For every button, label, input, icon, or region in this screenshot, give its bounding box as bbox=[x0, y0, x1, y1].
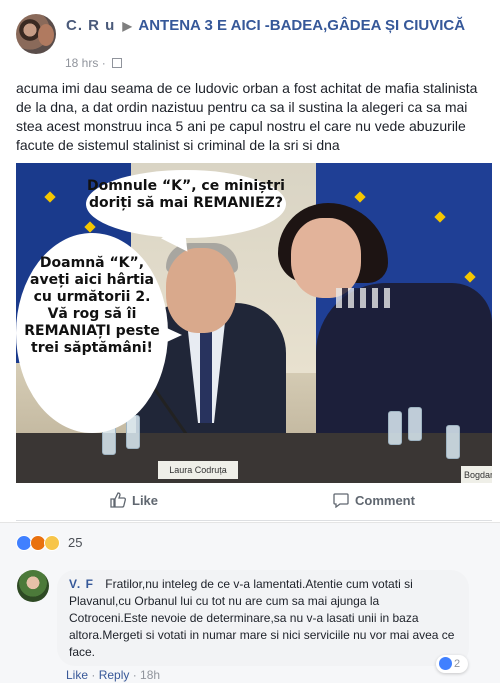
comment-time[interactable]: 18h bbox=[140, 668, 160, 682]
comment-footer: Like · Reply · 18h bbox=[66, 668, 161, 682]
comment-reply-link[interactable]: Reply bbox=[99, 668, 130, 682]
arrow-right-icon: ▶ bbox=[122, 19, 132, 33]
post-meta: 18 hrs · bbox=[65, 56, 123, 70]
post-title: C. R u ▶ ANTENA 3 E AICI -BADEA,GÂDEA ȘI… bbox=[66, 16, 466, 36]
like-reaction-icon bbox=[439, 657, 452, 670]
comment-label: Comment bbox=[355, 492, 415, 508]
post-image[interactable]: Laura Codruța Bogdan Domnule “K”, ce min… bbox=[16, 163, 492, 483]
group-name[interactable]: ANTENA 3 E AICI -BADEA,GÂDEA ȘI CIUVICĂ bbox=[138, 17, 465, 34]
commenter-avatar[interactable] bbox=[17, 570, 49, 602]
like-button[interactable]: Like bbox=[110, 492, 158, 508]
post-actions: Like Comment bbox=[16, 483, 492, 521]
author-name[interactable]: C. R u bbox=[66, 17, 115, 34]
post-time[interactable]: 18 hrs bbox=[65, 56, 98, 70]
speech-bubble: Domnule “K”, ce miniștri doriți să mai R… bbox=[86, 170, 286, 238]
post-card: C. R u ▶ ANTENA 3 E AICI -BADEA,GÂDEA ȘI… bbox=[0, 0, 500, 522]
comment-button[interactable]: Comment bbox=[333, 492, 415, 508]
comment-bubble: V. F Fratilor,nu inteleg de ce v-a lamen… bbox=[57, 570, 469, 666]
nameplate: Laura Codruța bbox=[158, 461, 238, 479]
comment-text: Fratilor,nu inteleg de ce v-a lamentati.… bbox=[69, 577, 455, 659]
nameplate: Bogdan bbox=[461, 466, 492, 483]
like-label: Like bbox=[132, 492, 159, 508]
thumbs-up-icon bbox=[110, 492, 126, 508]
comment: V. F Fratilor,nu inteleg de ce v-a lamen… bbox=[0, 562, 500, 683]
haha-reaction-icon bbox=[44, 535, 60, 551]
comment-like-count[interactable]: 2 bbox=[436, 655, 468, 673]
commenter-name[interactable]: V. F bbox=[69, 577, 94, 591]
speech-bubble: Doamnă “K”, aveți aici hârtia cu următor… bbox=[16, 233, 168, 433]
audience-icon bbox=[112, 58, 123, 68]
comment-icon bbox=[333, 493, 349, 508]
reaction-count[interactable]: 25 bbox=[68, 535, 82, 551]
author-avatar[interactable] bbox=[16, 14, 56, 54]
reactions-bar[interactable]: 25 bbox=[0, 522, 500, 562]
comment-like-link[interactable]: Like bbox=[66, 668, 88, 682]
post-text: acuma imi dau seama de ce ludovic orban … bbox=[16, 80, 478, 153]
